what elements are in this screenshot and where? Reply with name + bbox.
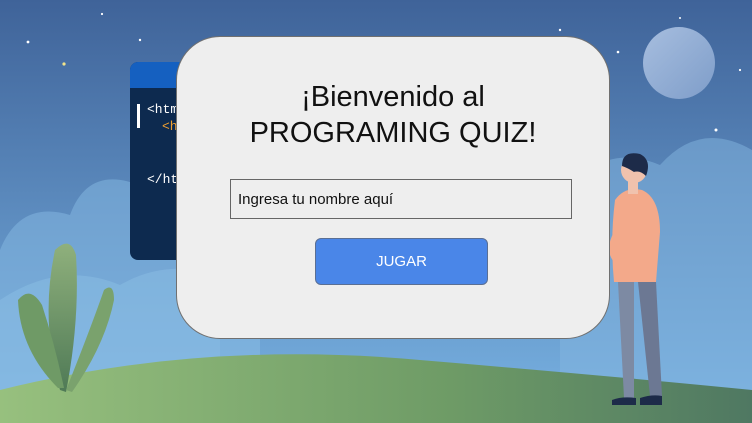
- code-line: <htm: [147, 102, 179, 117]
- title-line-1: ¡Bienvenido al: [301, 81, 485, 113]
- play-button[interactable]: JUGAR: [315, 238, 488, 285]
- page-title: ¡Bienvenido al PROGRAMING QUIZ!: [177, 79, 609, 151]
- welcome-dialog: ¡Bienvenido al PROGRAMING QUIZ! JUGAR: [176, 36, 610, 339]
- moon-icon: [643, 27, 715, 99]
- title-line-2: PROGRAMING QUIZ!: [249, 117, 537, 149]
- code-line: </ht: [147, 172, 179, 187]
- quiz-start-screen: <htm <h </ht ¡Bienvenido al PROGRAMING Q…: [0, 0, 752, 423]
- name-input[interactable]: [230, 179, 572, 219]
